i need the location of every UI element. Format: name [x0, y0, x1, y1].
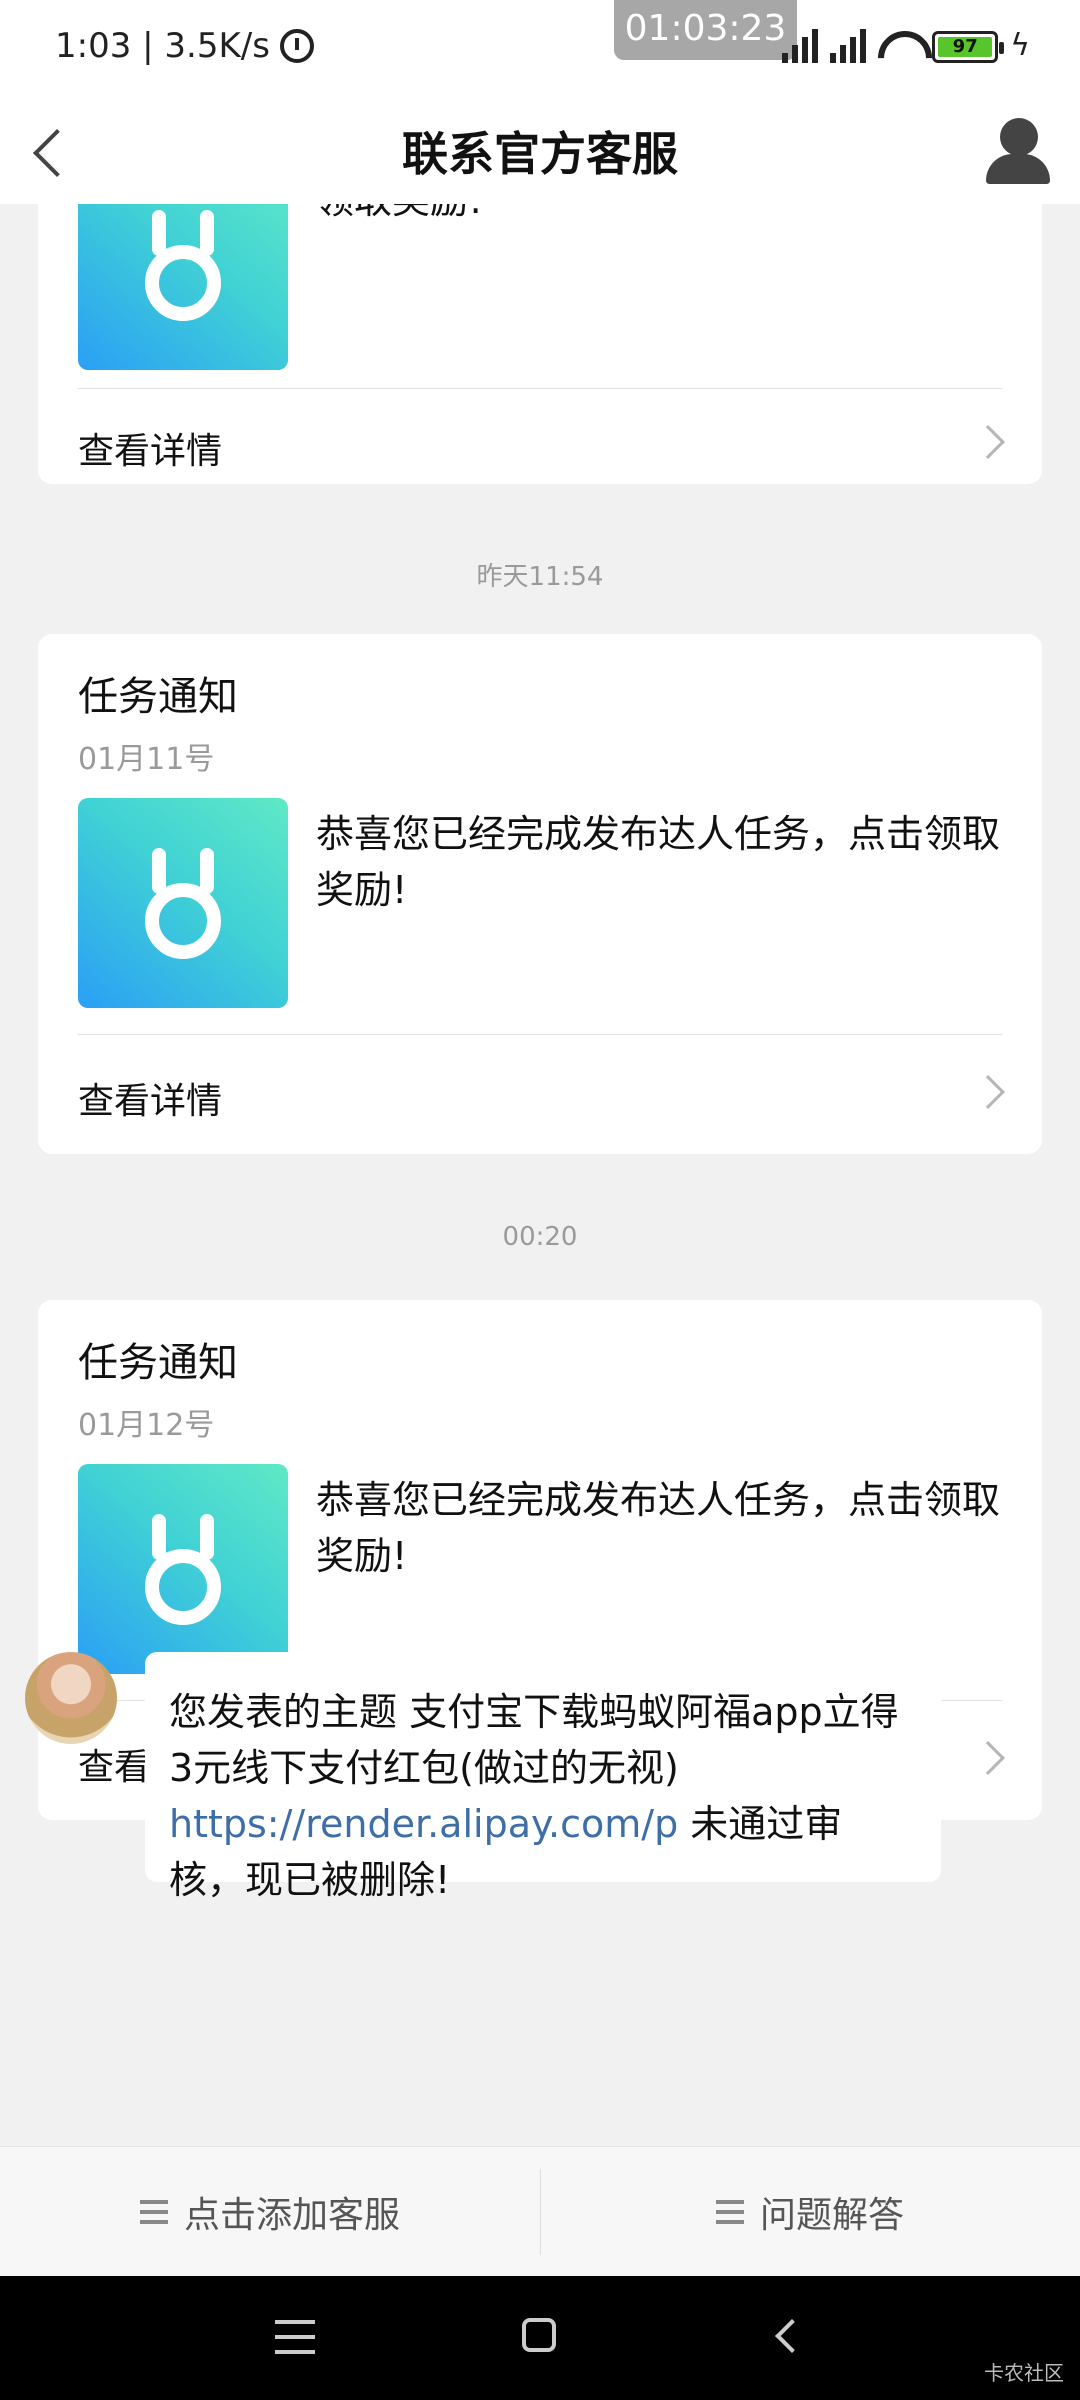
chevron-right-icon — [971, 425, 1005, 459]
add-service-button[interactable]: 点击添加客服 — [0, 2147, 540, 2277]
status-right: 97 ϟ — [782, 28, 1030, 63]
view-details-label: 查看详情 — [78, 431, 223, 472]
chat-link[interactable]: https://render.alipay.com/p — [169, 1802, 678, 1846]
task-card: 任务通知 01月11号 恭喜您已经完成发布达人任务，点击领取奖励! 查看详情 — [38, 634, 1042, 1154]
medal-icon — [78, 798, 288, 1008]
medal-thumbnail — [78, 1464, 288, 1674]
battery-icon: 97 — [932, 31, 1005, 63]
view-details-row[interactable]: 查看详情 — [38, 388, 1042, 500]
chat-bubble: 您发表的主题 支付宝下载蚂蚁阿福app立得3元线下支付红包(做过的无视) htt… — [145, 1652, 941, 1902]
menu-icon — [715, 2200, 744, 2224]
card-message: 恭喜您已经完成发布达人任务，点击领取奖励! — [316, 812, 1001, 912]
system-navigation-bar: 卡农社区 — [0, 2276, 1080, 2400]
recent-apps-icon[interactable] — [275, 2320, 315, 2354]
view-details-label: 查看详情 — [78, 1081, 223, 1122]
medal-thumbnail — [78, 798, 288, 1008]
screen-record-timer: 01:03:23 — [614, 0, 797, 60]
medal-icon — [78, 204, 288, 370]
page-title: 联系官方客服 — [402, 127, 678, 181]
faq-label: 问题解答 — [759, 2195, 904, 2236]
view-details-row[interactable]: 查看详情 — [38, 1038, 1042, 1150]
home-icon[interactable] — [522, 2318, 556, 2352]
divider — [78, 1034, 1002, 1035]
card-title: 任务通知 — [78, 674, 238, 720]
profile-icon[interactable] — [978, 110, 1058, 190]
timestamp: 00:20 — [502, 1222, 578, 1252]
add-service-label: 点击添加客服 — [183, 2195, 400, 2236]
signal-hd-icon — [830, 29, 867, 63]
card-message: 领取奖励! — [316, 204, 1006, 228]
card-title: 任务通知 — [78, 1340, 238, 1386]
medal-icon — [78, 1464, 288, 1674]
chevron-right-icon — [971, 1741, 1005, 1775]
signal-icon — [782, 29, 819, 63]
status-time-speed: 1:03 | 3.5K/s — [55, 26, 270, 66]
battery-level: 97 — [938, 37, 993, 57]
timestamp: 昨天11:54 — [476, 562, 604, 592]
alarm-icon — [279, 29, 314, 63]
medal-thumbnail — [78, 204, 288, 370]
charging-icon: ϟ — [1010, 28, 1030, 63]
avatar[interactable] — [25, 1652, 117, 1744]
faq-button[interactable]: 问题解答 — [540, 2147, 1080, 2277]
status-bar: 1:03 | 3.5K/s 01:03:23 97 ϟ — [0, 0, 1080, 100]
card-date: 01月12号 — [78, 1408, 215, 1443]
menu-icon — [139, 2200, 168, 2224]
app-header: 联系官方客服 — [0, 100, 1080, 204]
system-back-icon[interactable] — [775, 2319, 809, 2353]
task-card: 领取奖励! 查看详情 — [38, 204, 1042, 484]
watermark: 卡农社区 — [984, 2361, 1064, 2385]
status-left: 1:03 | 3.5K/s — [55, 26, 314, 66]
card-message: 恭喜您已经完成发布达人任务，点击领取奖励! — [316, 1478, 1001, 1578]
bottom-menu-bar: 点击添加客服 问题解答 — [0, 2146, 1080, 2276]
card-date: 01月11号 — [78, 742, 215, 777]
chat-text: 您发表的主题 支付宝下载蚂蚁阿福app立得3元线下支付红包(做过的无视) — [169, 1690, 899, 1790]
wifi-icon — [878, 31, 920, 63]
chevron-right-icon — [971, 1075, 1005, 1109]
